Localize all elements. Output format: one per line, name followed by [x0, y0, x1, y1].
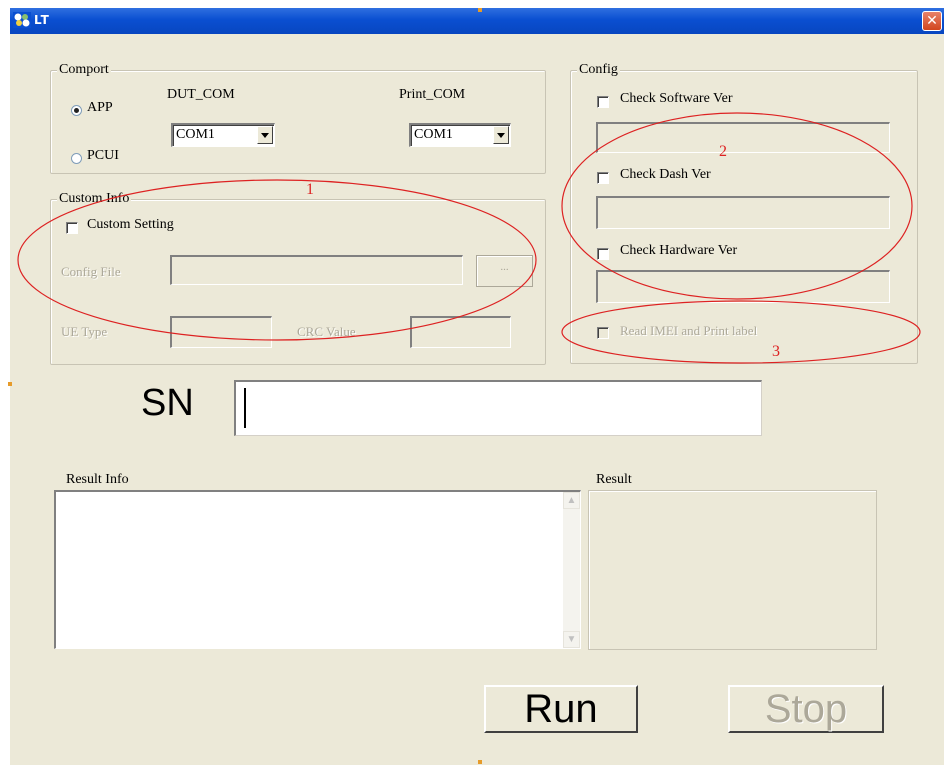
check-dash-checkbox[interactable] [597, 172, 609, 184]
check-hardware-label: Check Hardware Ver [620, 243, 738, 258]
window-title: LT [34, 13, 50, 27]
custom-setting-checkbox[interactable] [66, 222, 78, 234]
combo-dropdown-icon[interactable] [257, 126, 273, 144]
annotation-number-2: 2 [719, 143, 727, 160]
config-file-label: Config File [61, 264, 121, 279]
run-button[interactable]: Run [484, 685, 638, 733]
print-com-value: COM1 [414, 127, 453, 142]
selection-marker [478, 8, 482, 12]
dut-com-value: COM1 [176, 127, 215, 142]
main-window: LT ✕ Comport APP PCUI DUT_COM COM1 Print… [10, 8, 944, 765]
annotation-number-1: 1 [306, 181, 314, 198]
title-bar[interactable]: LT ✕ [10, 8, 944, 34]
check-dash-label: Check Dash Ver [620, 167, 711, 182]
ue-type-field[interactable] [170, 316, 272, 348]
check-software-checkbox[interactable] [597, 96, 609, 108]
print-com-label: Print_COM [399, 87, 466, 102]
config-legend: Config [577, 62, 620, 78]
combo-dropdown-icon[interactable] [493, 126, 509, 144]
dash-ver-field[interactable] [596, 196, 890, 229]
comport-legend: Comport [57, 62, 111, 78]
text-caret [244, 388, 246, 428]
read-imei-checkbox[interactable] [597, 327, 609, 339]
custom-info-group: Custom Info Custom Setting Config File .… [50, 191, 546, 365]
app-icon [13, 12, 31, 28]
annotation-number-3: 3 [772, 343, 780, 360]
comport-group: Comport APP PCUI DUT_COM COM1 Print_COM … [50, 62, 546, 174]
config-group: Config Check Software Ver Check Dash Ver… [570, 62, 918, 364]
result-info-textarea[interactable]: ▲ ▼ [54, 490, 581, 649]
scroll-down-icon[interactable]: ▼ [563, 631, 580, 648]
config-file-field[interactable] [170, 255, 463, 285]
check-software-label: Check Software Ver [620, 91, 733, 106]
app-label: APP [87, 100, 113, 115]
crc-value-label: CRC Value [297, 324, 356, 339]
dut-com-label: DUT_COM [167, 87, 235, 102]
sn-label: SN [141, 382, 194, 424]
scroll-up-icon[interactable]: ▲ [563, 492, 580, 509]
pcui-radio[interactable] [71, 153, 82, 164]
software-ver-field[interactable] [596, 122, 890, 153]
browse-button[interactable]: ... [476, 255, 533, 287]
custom-info-legend: Custom Info [57, 191, 132, 207]
result-info-scrollbar[interactable]: ▲ ▼ [563, 492, 580, 648]
close-icon[interactable]: ✕ [922, 11, 942, 31]
sn-input[interactable] [234, 380, 762, 436]
custom-setting-label: Custom Setting [87, 217, 174, 232]
result-label: Result [596, 472, 632, 487]
crc-value-field[interactable] [410, 316, 511, 348]
hardware-ver-field[interactable] [596, 270, 890, 303]
result-info-label: Result Info [66, 472, 129, 487]
selection-marker [478, 760, 482, 764]
app-radio[interactable] [71, 105, 82, 116]
ue-type-label: UE Type [61, 324, 108, 339]
check-hardware-checkbox[interactable] [597, 248, 609, 260]
pcui-label: PCUI [87, 148, 119, 163]
stop-button[interactable]: Stop [728, 685, 884, 733]
read-imei-label: Read IMEI and Print label [620, 323, 758, 338]
selection-marker [8, 382, 12, 386]
result-panel [588, 490, 877, 650]
print-com-select[interactable]: COM1 [409, 123, 511, 147]
dut-com-select[interactable]: COM1 [171, 123, 275, 147]
